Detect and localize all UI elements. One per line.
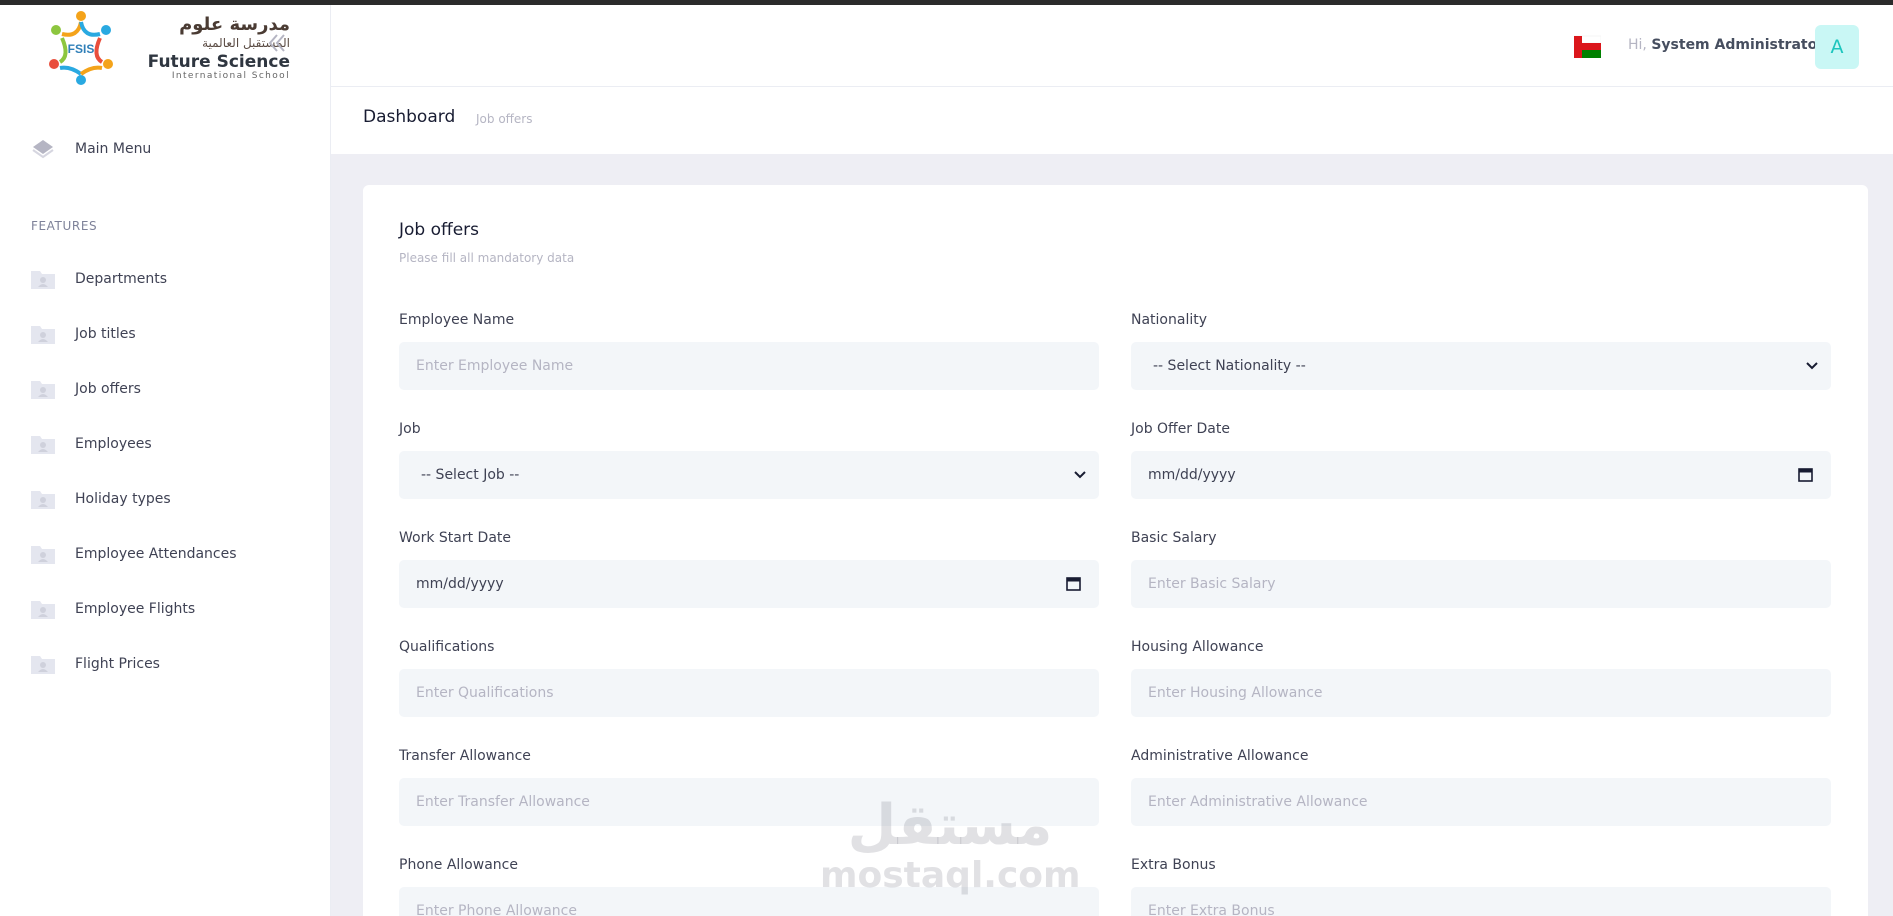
avatar[interactable]: A [1815,25,1859,69]
sidebar-item-flight-prices[interactable]: Flight Prices [0,642,331,686]
chevron-down-icon [1074,471,1086,479]
job-offer-form-card: Job offers Please fill all mandatory dat… [363,185,1868,916]
qualifications-label: Qualifications [399,639,495,655]
user-name: System Administrator [1651,37,1825,53]
top-border [0,0,1893,5]
phone-allowance-input[interactable]: Enter Phone Allowance [399,887,1099,916]
administrative-allowance-group: Administrative Allowance Enter Administr… [1131,748,1831,826]
sidebar-item-label: Employee Attendances [75,546,237,562]
folder-user-icon [31,326,55,344]
school-logo-icon: FSIS [49,11,113,85]
work-start-date-group: Work Start Date mm/dd/yyyy [399,530,1099,608]
folder-user-icon [31,381,55,399]
housing-allowance-group: Housing Allowance Enter Housing Allowanc… [1131,639,1831,717]
employee-name-label: Employee Name [399,312,515,328]
sidebar-item-main-menu[interactable]: Main Menu [0,127,331,171]
calendar-icon[interactable] [1066,576,1081,591]
calendar-icon[interactable] [1798,467,1813,482]
basic-salary-label: Basic Salary [1131,530,1217,546]
nationality-value: -- Select Nationality -- [1153,358,1306,374]
basic-salary-input[interactable]: Enter Basic Salary [1131,560,1831,608]
housing-allowance-input[interactable]: Enter Housing Allowance [1131,669,1831,717]
sidebar-item-label: Employees [75,436,152,452]
job-value: -- Select Job -- [421,467,520,483]
brand-monogram: FSIS [68,42,95,56]
extra-bonus-input[interactable]: Enter Extra Bonus [1131,887,1831,916]
extra-bonus-group: Extra Bonus Enter Extra Bonus [1131,857,1831,916]
brand-logo[interactable]: FSIS مدرسة علوم المستقبل العالمية Future… [40,8,290,88]
sidebar-item-label: Holiday types [75,491,171,507]
employee-name-input[interactable]: Enter Employee Name [399,342,1099,390]
phone-allowance-label: Phone Allowance [399,857,518,873]
sidebar-item-employees[interactable]: Employees [0,422,331,466]
user-greeting[interactable]: Hi, System Administrator [1628,37,1824,53]
sidebar-section-title: FEATURES [31,219,98,233]
layers-icon [32,140,54,159]
subheader: Dashboard Job offers [331,87,1893,154]
transfer-allowance-label: Transfer Allowance [399,748,531,764]
breadcrumb-current[interactable]: Job offers [476,112,533,126]
job-offer-date-value: mm/dd/yyyy [1148,467,1236,483]
sidebar-item-holiday-types[interactable]: Holiday types [0,477,331,521]
job-label: Job [399,421,421,437]
phone-allowance-group: Phone Allowance Enter Phone Allowance [399,857,1099,916]
sidebar-item-label: Job offers [75,381,141,397]
sidebar-item-label: Job titles [75,326,136,342]
folder-user-icon [31,656,55,674]
form-subtitle: Please fill all mandatory data [399,251,575,265]
sidebar-item-employee-flights[interactable]: Employee Flights [0,587,331,631]
extra-bonus-label: Extra Bonus [1131,857,1216,873]
housing-allowance-label: Housing Allowance [1131,639,1264,655]
brand-english-subtitle: International School [171,71,290,81]
greeting-text: Hi, [1628,37,1647,53]
nationality-select[interactable]: -- Select Nationality -- [1131,342,1831,390]
sidebar-item-label: Flight Prices [75,656,160,672]
oman-flag-icon[interactable] [1574,32,1601,62]
work-start-date-value: mm/dd/yyyy [416,576,504,592]
job-select[interactable]: -- Select Job -- [399,451,1099,499]
folder-user-icon [31,271,55,289]
sidebar-item-label: Employee Flights [75,601,196,617]
administrative-allowance-label: Administrative Allowance [1131,748,1309,764]
collapse-sidebar-icon[interactable] [264,30,290,56]
transfer-allowance-input[interactable]: Enter Transfer Allowance [399,778,1099,826]
administrative-allowance-input[interactable]: Enter Administrative Allowance [1131,778,1831,826]
form-title: Job offers [399,220,480,240]
work-start-date-input[interactable]: mm/dd/yyyy [399,560,1099,608]
employee-name-group: Employee Name Enter Employee Name [399,312,1099,390]
folder-user-icon [31,436,55,454]
folder-user-icon [31,491,55,509]
work-start-date-label: Work Start Date [399,530,512,546]
sidebar-item-employee-attendances[interactable]: Employee Attendances [0,532,331,576]
sidebar-item-job-titles[interactable]: Job titles [0,312,331,356]
sidebar-item-job-offers[interactable]: Job offers [0,367,331,411]
folder-user-icon [31,601,55,619]
top-header: Hi, System Administrator A [331,5,1893,87]
transfer-allowance-group: Transfer Allowance Enter Transfer Allowa… [399,748,1099,826]
sidebar-item-label: Departments [75,271,168,287]
job-group: Job -- Select Job -- [399,421,1099,499]
job-offer-date-label: Job Offer Date [1131,421,1230,437]
nationality-group: Nationality -- Select Nationality -- [1131,312,1831,390]
qualifications-input[interactable]: Enter Qualifications [399,669,1099,717]
chevron-down-icon [1806,362,1818,370]
sidebar: FSIS مدرسة علوم المستقبل العالمية Future… [0,0,331,916]
basic-salary-group: Basic Salary Enter Basic Salary [1131,530,1831,608]
sidebar-item-departments[interactable]: Departments [0,257,331,301]
job-offer-date-input[interactable]: mm/dd/yyyy [1131,451,1831,499]
job-offer-date-group: Job Offer Date mm/dd/yyyy [1131,421,1831,499]
qualifications-group: Qualifications Enter Qualifications [399,639,1099,717]
nationality-label: Nationality [1131,312,1208,328]
page-title[interactable]: Dashboard [363,107,455,127]
sidebar-item-label: Main Menu [75,141,152,157]
folder-user-icon [31,546,55,564]
